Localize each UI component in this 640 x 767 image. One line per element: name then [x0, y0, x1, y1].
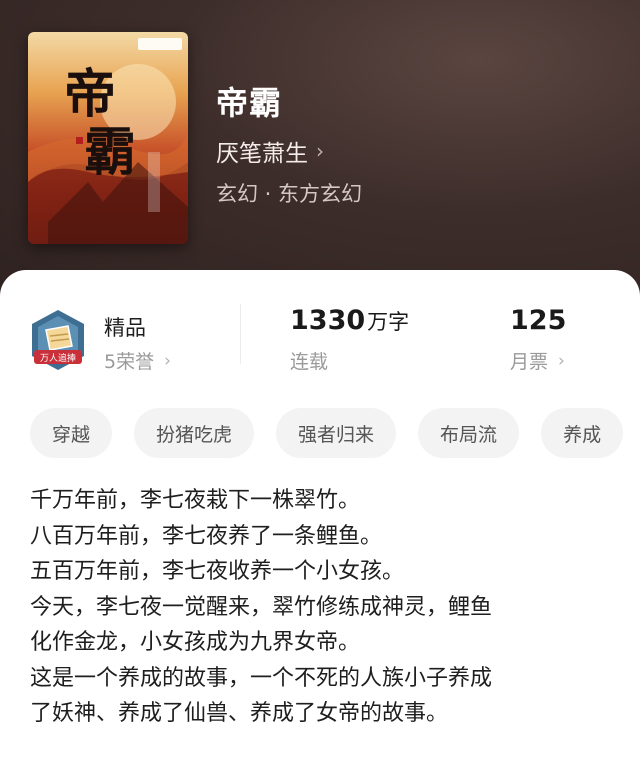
monthly-ticket-value: 125	[510, 305, 567, 336]
chevron-right-icon: ›	[316, 139, 324, 163]
monthly-ticket-label: 月票	[510, 351, 549, 373]
word-count-unit: 万字	[367, 310, 410, 334]
chevron-right-icon: ›	[558, 350, 565, 371]
description-line: 八百万年前，李七夜养了一条鲤鱼。	[30, 523, 383, 549]
cover-title-char-1: 帝	[64, 64, 116, 125]
cover-calligraphy: 帝 霸	[64, 64, 136, 183]
honor-link[interactable]: 5荣誉 ›	[104, 347, 171, 374]
description-line: 这是一个养成的故事，一个不死的人族小子养成	[30, 665, 493, 691]
badge-text: 万人追捧	[40, 352, 76, 364]
tag-chip[interactable]: 强者归来	[276, 408, 397, 458]
word-count: 1330 万字	[290, 305, 409, 336]
description-line: 五百万年前，李七夜收养一个小女孩。	[30, 559, 405, 584]
word-count-value: 1330	[290, 305, 366, 336]
stats-divider	[240, 304, 241, 364]
description-line: 今天，李七夜一觉醒来，翠竹修练成神灵，鲤鱼	[30, 594, 493, 620]
monthly-ticket-count: 125	[510, 305, 566, 336]
cover-title-char-2: 霸	[84, 122, 136, 183]
author-name: 厌笔萧生	[216, 141, 308, 167]
chevron-right-icon: ›	[164, 350, 171, 371]
book-title: 帝霸	[216, 84, 283, 122]
tag-chip[interactable]: 扮猪吃虎	[134, 408, 255, 458]
book-cover[interactable]: 帝 霸	[28, 32, 188, 244]
description-line: 化作金龙，小女孩成为九界女帝。	[30, 630, 361, 655]
genre-label: 玄幻 · 东方玄幻	[216, 182, 363, 206]
book-description: 千万年前，李七夜栽下一株翠竹。 八百万年前，李七夜养了一条鲤鱼。 五百万年前，李…	[30, 483, 620, 732]
honor-count: 5荣誉	[104, 351, 155, 373]
tag-chip[interactable]: 布局流	[418, 408, 520, 458]
tag-chip[interactable]: 养成	[541, 408, 624, 458]
description-line: 了妖神、养成了仙兽、养成了女帝的故事。	[30, 701, 449, 726]
monthly-ticket-link[interactable]: 月票 ›	[510, 347, 565, 374]
tag-chip[interactable]: 穿越	[30, 408, 113, 458]
author-link[interactable]: 厌笔萧生 ›	[216, 134, 324, 168]
serial-status: 连载	[290, 347, 328, 374]
quality-badge-icon: 万人追捧	[32, 310, 84, 370]
status-text: 连载	[290, 351, 329, 373]
description-line: 千万年前，李七夜栽下一株翠竹。	[30, 488, 361, 513]
quality-label: 精品	[104, 316, 146, 340]
tag-list: 穿越 扮猪吃虎 强者归来 布局流 养成	[30, 408, 640, 458]
